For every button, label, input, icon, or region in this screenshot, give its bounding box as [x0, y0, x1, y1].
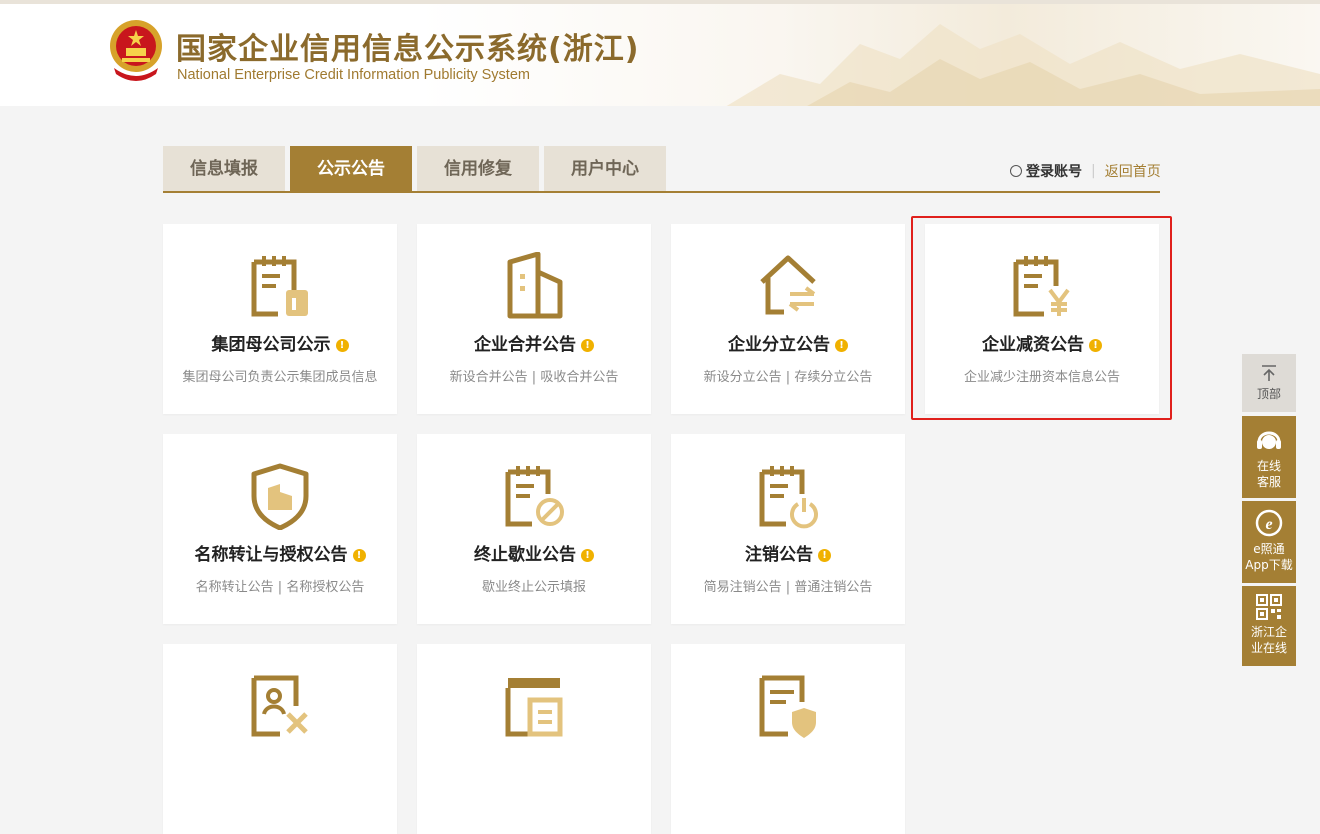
site-subtitle: National Enterprise Credit Information P… — [177, 67, 530, 83]
card-subtitle: 名称转让公告 | 名称授权公告 — [195, 580, 365, 595]
card-name-transfer[interactable]: 名称转让与授权公告! 名称转让公告 | 名称授权公告 — [163, 434, 397, 624]
card-subtitle: 新设分立公告 | 存续分立公告 — [703, 370, 873, 385]
tab-credit-repair[interactable]: 信用修复 — [417, 146, 539, 192]
app-download-button[interactable]: e e照通 App下载 — [1242, 501, 1296, 583]
qr-code-icon — [1256, 594, 1282, 620]
tab-info-filing[interactable]: 信息填报 — [163, 146, 285, 192]
document-shield-icon — [759, 675, 816, 738]
info-icon[interactable]: ! — [818, 549, 831, 562]
id-card-x-icon — [251, 675, 308, 737]
window-document-icon — [505, 678, 563, 737]
login-link[interactable]: 登录账号 — [1026, 161, 1082, 181]
card-cancellation[interactable]: 注销公告! 简易注销公告 | 普通注销公告 — [671, 434, 905, 624]
card-title: 企业减资公告! — [925, 330, 1159, 355]
card-title: 名称转让与授权公告! — [163, 540, 397, 565]
card-capital-reduction[interactable]: 企业减资公告! 企业减少注册资本信息公告 — [925, 224, 1159, 414]
clipboard-building-icon — [251, 256, 308, 317]
card-window-doc[interactable] — [417, 644, 651, 834]
info-icon[interactable]: ! — [835, 339, 848, 352]
info-icon[interactable]: ! — [1089, 339, 1102, 352]
home-link[interactable]: 返回首页 — [1105, 161, 1161, 181]
online-label-2: 业在线 — [1250, 641, 1287, 655]
card-subtitle: 新设合并公告 | 吸收合并公告 — [449, 370, 619, 385]
site-title: 国家企业信用信息公示系统(浙江) — [176, 32, 640, 67]
card-split[interactable]: 企业分立公告! 新设分立公告 | 存续分立公告 — [671, 224, 905, 414]
user-icon — [1010, 165, 1022, 177]
divider: | — [1091, 163, 1096, 179]
e-app-icon: e — [1255, 509, 1283, 537]
card-subtitle: 歇业终止公示填报 — [481, 580, 586, 595]
online-label-1: 浙江企 — [1250, 625, 1287, 639]
card-title: 注销公告! — [671, 540, 905, 565]
card-suspension[interactable]: 终止歇业公告! 歇业终止公示填报 — [417, 434, 651, 624]
tab-underline — [163, 191, 1160, 193]
clipboard-power-icon — [759, 466, 818, 529]
shield-building-icon — [251, 463, 309, 530]
card-subtitle: 简易注销公告 | 普通注销公告 — [703, 580, 873, 595]
house-exchange-icon — [760, 255, 816, 315]
site-header: 国家企业信用信息公示系统(浙江) National Enterprise Cre… — [0, 0, 1320, 106]
card-title: 企业合并公告! — [417, 330, 651, 355]
card-title: 终止歇业公告! — [417, 540, 651, 565]
card-title: 集团母公司公示! — [163, 330, 397, 355]
app-label-2: App下载 — [1245, 558, 1293, 572]
headset-icon — [1257, 431, 1281, 449]
national-emblem-icon — [110, 20, 162, 81]
online-service-button[interactable]: 在线 客服 — [1242, 416, 1296, 498]
info-icon[interactable]: ! — [581, 339, 594, 352]
app-label-1: e照通 — [1253, 542, 1285, 556]
card-title: 企业分立公告! — [671, 330, 905, 355]
back-to-top-button[interactable]: 顶部 — [1242, 354, 1296, 412]
svg-text:e: e — [1265, 516, 1272, 533]
clipboard-yen-icon — [1013, 256, 1070, 317]
tab-announcements[interactable]: 公示公告 — [290, 146, 412, 192]
tab-user-center[interactable]: 用户中心 — [544, 146, 666, 192]
info-icon[interactable]: ! — [352, 549, 366, 562]
service-label-2: 客服 — [1256, 475, 1281, 489]
card-doc-shield[interactable] — [671, 644, 905, 834]
card-subtitle: 集团母公司负责公示集团成员信息 — [182, 370, 378, 385]
card-merger[interactable]: 企业合并公告! 新设合并公告 | 吸收合并公告 — [417, 224, 651, 414]
back-to-top-label: 顶部 — [1256, 387, 1281, 401]
service-label-1: 在线 — [1256, 459, 1281, 473]
card-subtitle: 企业减少注册资本信息公告 — [963, 370, 1120, 385]
building-icon — [507, 252, 563, 319]
info-icon[interactable]: ! — [335, 339, 349, 352]
info-icon[interactable]: ! — [581, 549, 594, 562]
account-links: 登录账号 | 返回首页 — [1010, 161, 1161, 181]
zhejiang-online-button[interactable]: 浙江企 业在线 — [1242, 586, 1296, 666]
card-group-parent[interactable]: 集团母公司公示! 集团母公司负责公示集团成员信息 — [163, 224, 397, 414]
card-id-revoke[interactable] — [163, 644, 397, 834]
clipboard-forbidden-icon — [505, 466, 564, 527]
arrow-up-icon — [1262, 365, 1276, 381]
